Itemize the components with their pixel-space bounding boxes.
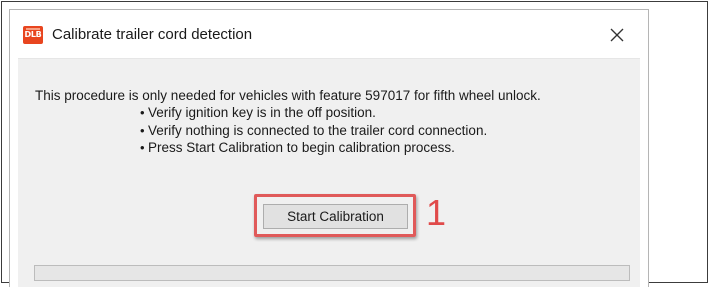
instruction-text: Press Start Calibration to begin calibra… bbox=[148, 140, 455, 155]
list-item: • Press Start Calibration to begin calibr… bbox=[140, 139, 487, 157]
bullet-icon: • bbox=[140, 105, 145, 120]
instruction-text: Verify nothing is connected to the trail… bbox=[148, 122, 488, 138]
bullet-icon: • bbox=[140, 140, 145, 155]
screenshot-frame: DLB Calibrate trailer cord detection Thi… bbox=[1, 1, 708, 287]
dialog-content: This procedure is only needed for vehicl… bbox=[18, 58, 640, 287]
intro-text: This procedure is only needed for vehicl… bbox=[35, 88, 541, 103]
window-title: Calibrate trailer cord detection bbox=[52, 26, 253, 43]
title-bar: DLB Calibrate trailer cord detection bbox=[10, 10, 648, 58]
calibration-progress-bar bbox=[34, 265, 630, 281]
close-icon bbox=[610, 28, 624, 42]
list-item: • Verify nothing is connected to the trai… bbox=[140, 122, 487, 140]
start-calibration-button[interactable]: Start Calibration bbox=[263, 204, 408, 229]
annotation-step-number: 1 bbox=[426, 192, 447, 233]
instruction-text: Verify ignition key is in the off positi… bbox=[148, 105, 376, 120]
close-button[interactable] bbox=[604, 22, 630, 48]
instruction-list: • Verify ignition key is in the off posit… bbox=[140, 104, 487, 157]
list-item: • Verify ignition key is in the off posit… bbox=[140, 104, 487, 122]
dlb-app-icon: DLB bbox=[23, 26, 43, 44]
calibration-dialog: DLB Calibrate trailer cord detection Thi… bbox=[9, 9, 649, 287]
bullet-icon: • bbox=[140, 122, 145, 138]
